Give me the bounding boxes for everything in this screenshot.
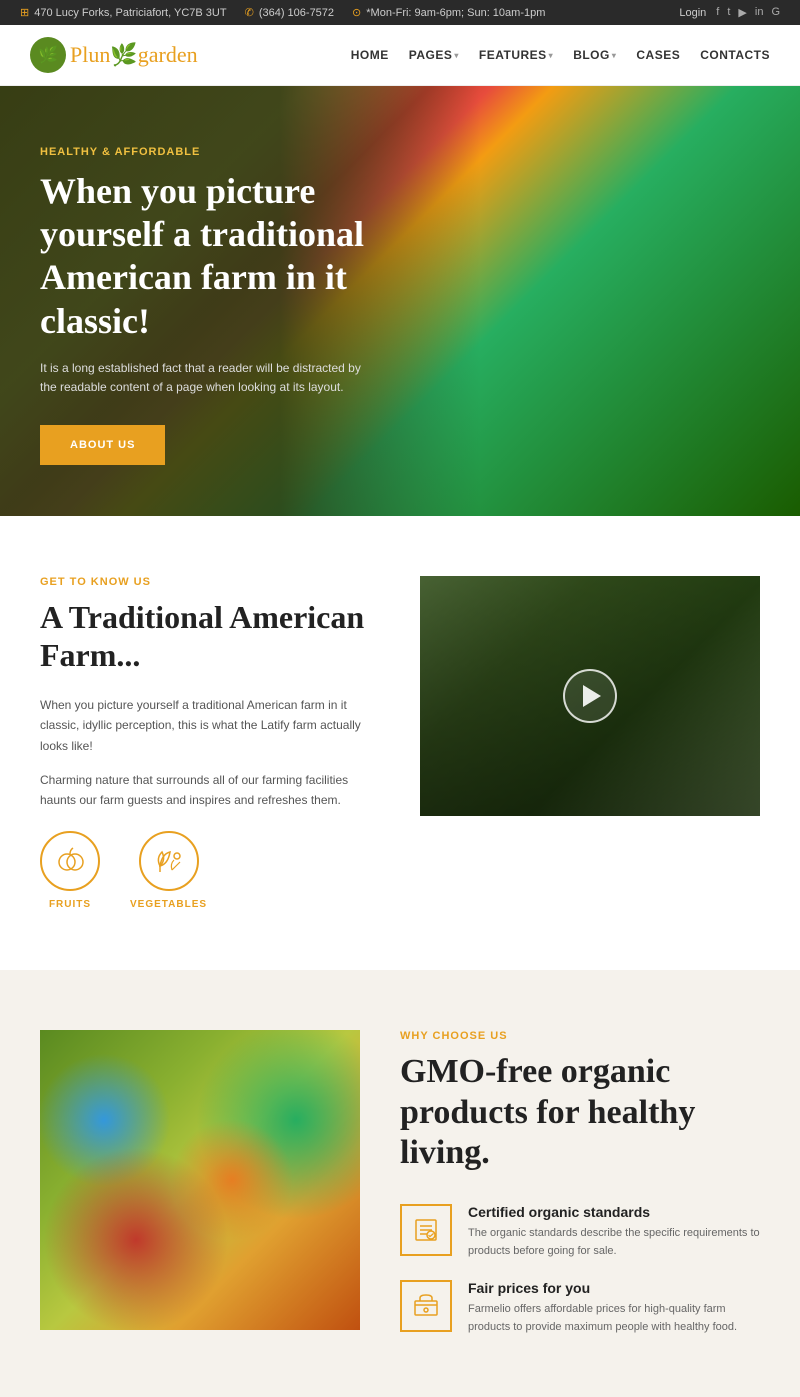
why-image-bg bbox=[40, 1030, 360, 1330]
prices-icon bbox=[400, 1280, 452, 1332]
logo-icon: 🌿 bbox=[30, 37, 66, 73]
why-item-0: Certified organic standards The organic … bbox=[400, 1204, 760, 1260]
hero-title: When you picture yourself a traditional … bbox=[40, 170, 380, 343]
vegetables-label: VEGETABLES bbox=[130, 899, 207, 910]
video-thumbnail[interactable] bbox=[420, 576, 760, 816]
vegetables-item: VEGETABLES bbox=[130, 831, 207, 910]
why-item-1-desc: Farmelio offers affordable prices for hi… bbox=[468, 1301, 760, 1336]
why-item-0-content: Certified organic standards The organic … bbox=[468, 1204, 760, 1260]
why-image bbox=[40, 1030, 360, 1330]
logo-accent: 🌿 bbox=[110, 42, 137, 67]
phone-item: ✆ (364) 106-7572 bbox=[245, 6, 334, 19]
logo-first: Plun bbox=[70, 42, 110, 67]
why-items: Certified organic standards The organic … bbox=[400, 1204, 760, 1336]
facebook-icon[interactable]: f bbox=[716, 6, 719, 19]
play-button[interactable] bbox=[563, 669, 617, 723]
top-bar-left: ⊞ 470 Lucy Forks, Patriciafort, YC7B 3UT… bbox=[20, 6, 545, 19]
hero-description: It is a long established fact that a rea… bbox=[40, 359, 380, 397]
address-item: ⊞ 470 Lucy Forks, Patriciafort, YC7B 3UT bbox=[20, 6, 227, 19]
hero-section: Healthy & Affordable When you picture yo… bbox=[0, 86, 800, 516]
certified-icon bbox=[400, 1204, 452, 1256]
why-item-0-title: Certified organic standards bbox=[468, 1204, 760, 1220]
play-icon bbox=[583, 685, 601, 707]
linkedin-icon[interactable]: in bbox=[755, 6, 764, 19]
clock-icon: ⊙ bbox=[352, 6, 361, 19]
fruits-icon bbox=[40, 831, 100, 891]
logo-second: garden bbox=[138, 42, 198, 67]
nav-features-label: FEATURES bbox=[479, 48, 547, 62]
top-bar: ⊞ 470 Lucy Forks, Patriciafort, YC7B 3UT… bbox=[0, 0, 800, 25]
icons-row: FRUITS VEGETABLES bbox=[40, 831, 380, 910]
know-body1: When you picture yourself a traditional … bbox=[40, 695, 380, 756]
fruits-item: FRUITS bbox=[40, 831, 100, 910]
address-text: 470 Lucy Forks, Patriciafort, YC7B 3UT bbox=[34, 7, 226, 19]
about-us-button[interactable]: ABOUT US bbox=[40, 425, 165, 465]
fruits-label: FRUITS bbox=[40, 899, 100, 910]
know-label: Get to Know Us bbox=[40, 576, 380, 588]
logo[interactable]: 🌿 Plun🌿garden bbox=[30, 37, 198, 73]
why-item-1: Fair prices for you Farmelio offers affo… bbox=[400, 1280, 760, 1336]
nav-pages-label: PAGES bbox=[409, 48, 453, 62]
why-item-0-desc: The organic standards describe the speci… bbox=[468, 1225, 760, 1260]
nav-home[interactable]: HOME bbox=[351, 48, 389, 62]
youtube-icon[interactable]: ▶ bbox=[738, 6, 746, 19]
know-left: Get to Know Us A Traditional American Fa… bbox=[40, 576, 380, 910]
google-icon[interactable]: G bbox=[771, 6, 780, 19]
phone-icon: ✆ bbox=[245, 6, 254, 19]
nav-pages[interactable]: PAGES ▾ bbox=[409, 48, 459, 62]
know-section: Get to Know Us A Traditional American Fa… bbox=[0, 516, 800, 970]
nav-blog-label: BLOG bbox=[573, 48, 610, 62]
hours-item: ⊙ *Mon-Fri: 9am-6pm; Sun: 10am-1pm bbox=[352, 6, 545, 19]
twitter-icon[interactable]: t bbox=[727, 6, 730, 19]
know-body2: Charming nature that surrounds all of ou… bbox=[40, 770, 380, 811]
social-icons: f t ▶ in G bbox=[716, 6, 780, 19]
why-item-1-content: Fair prices for you Farmelio offers affo… bbox=[468, 1280, 760, 1336]
hero-content: Healthy & Affordable When you picture yo… bbox=[0, 86, 420, 516]
nav-contacts[interactable]: CONTACTS bbox=[700, 48, 770, 62]
logo-text: Plun🌿garden bbox=[70, 42, 198, 68]
why-label: Why Choose Us bbox=[400, 1030, 760, 1042]
why-right: Why Choose Us GMO-free organic products … bbox=[400, 1030, 760, 1337]
nav-features[interactable]: FEATURES ▾ bbox=[479, 48, 553, 62]
why-section: Why Choose Us GMO-free organic products … bbox=[0, 970, 800, 1397]
main-nav: HOME PAGES ▾ FEATURES ▾ BLOG ▾ CASES CON… bbox=[351, 48, 770, 62]
features-arrow-icon: ▾ bbox=[549, 51, 554, 60]
map-icon: ⊞ bbox=[20, 6, 29, 19]
why-item-1-title: Fair prices for you bbox=[468, 1280, 760, 1296]
why-title: GMO-free organic products for healthy li… bbox=[400, 1052, 760, 1174]
vegetables-icon bbox=[139, 831, 199, 891]
hours-text: *Mon-Fri: 9am-6pm; Sun: 10am-1pm bbox=[366, 7, 545, 19]
site-header: 🌿 Plun🌿garden HOME PAGES ▾ FEATURES ▾ BL… bbox=[0, 25, 800, 86]
nav-blog[interactable]: BLOG ▾ bbox=[573, 48, 616, 62]
know-title: A Traditional American Farm... bbox=[40, 598, 380, 675]
top-bar-right: Login f t ▶ in G bbox=[679, 6, 780, 19]
hero-subtitle: Healthy & Affordable bbox=[40, 146, 380, 158]
nav-cases[interactable]: CASES bbox=[636, 48, 680, 62]
phone-text: (364) 106-7572 bbox=[259, 7, 334, 19]
blog-arrow-icon: ▾ bbox=[612, 51, 617, 60]
know-right bbox=[420, 576, 760, 816]
pages-arrow-icon: ▾ bbox=[454, 51, 459, 60]
login-link[interactable]: Login bbox=[679, 7, 706, 19]
